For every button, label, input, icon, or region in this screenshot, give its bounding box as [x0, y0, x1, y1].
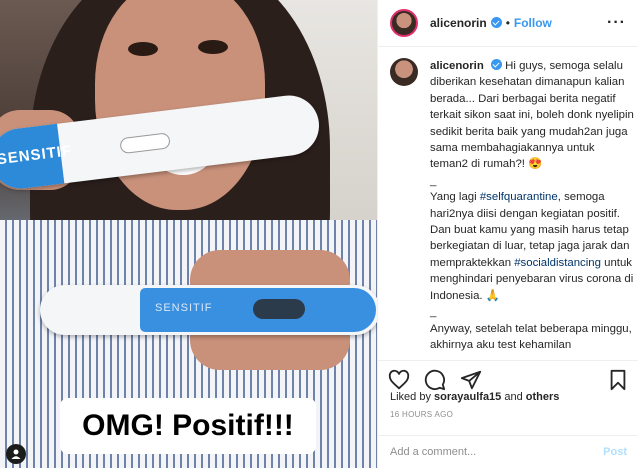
test-brand-label: SENSITIF	[155, 302, 213, 314]
user-tag-button[interactable]	[6, 444, 26, 464]
caption-text: alicenorin Hi guys, semoga selalu diberi…	[430, 58, 635, 354]
caption-paragraph-1: Hi guys, semoga selalu diberikan kesehat…	[430, 60, 634, 171]
comment-input[interactable]	[390, 446, 604, 458]
caption-paragraph-2a: Yang lagi	[430, 191, 480, 204]
pregnancy-test-bottom: SENSITIF	[40, 285, 377, 335]
caption-separator: _	[430, 306, 437, 319]
likes-summary: Liked by sorayaulfa15 and others	[390, 391, 559, 403]
test-result-window	[253, 299, 305, 319]
likes-and: and	[501, 391, 526, 403]
test-result-window	[119, 132, 171, 155]
liked-by-user-link[interactable]: sorayaulfa15	[434, 391, 501, 403]
follow-button[interactable]: Follow	[514, 16, 552, 30]
caption-area: alicenorin Hi guys, semoga selalu diberi…	[390, 58, 635, 354]
caption-separator: _	[430, 174, 437, 187]
hashtag-link[interactable]: #socialdistancing	[514, 257, 601, 269]
verified-badge-icon	[490, 59, 502, 70]
separator-dot: •	[505, 16, 510, 30]
comment-box: Post	[378, 435, 638, 468]
avatar[interactable]	[390, 9, 418, 37]
bookmark-icon[interactable]	[607, 369, 629, 391]
photo-eye	[128, 42, 158, 56]
likes-others-link[interactable]: others	[526, 391, 560, 403]
likes-prefix: Liked by	[390, 391, 435, 403]
action-bar	[378, 360, 638, 390]
person-icon	[11, 449, 21, 459]
hashtag-link[interactable]: #selfquarantine	[480, 191, 558, 203]
avatar[interactable]	[390, 58, 418, 86]
username-text[interactable]: alicenorin	[430, 16, 487, 30]
post-timestamp[interactable]: 16 HOURS AGO	[390, 410, 453, 419]
verified-badge-icon	[490, 17, 502, 28]
comment-icon[interactable]	[424, 369, 446, 391]
photo-eye	[198, 40, 228, 54]
overlay-caption: OMG! Positif!!!	[60, 398, 316, 454]
caption-paragraph-3: Anyway, setelah telat beberapa minggu, a…	[430, 322, 632, 351]
post-header: alicenorin • Follow ···	[378, 0, 638, 47]
caption-username[interactable]: alicenorin	[430, 60, 484, 72]
post-media[interactable]: SENSITIF SENSITIF OMG! Positif!!!	[0, 0, 377, 468]
heart-icon[interactable]	[388, 369, 410, 391]
ellipsis-icon[interactable]: ···	[607, 14, 626, 32]
post-side-panel: alicenorin • Follow ··· alicenorin Hi gu…	[377, 0, 638, 468]
post-button[interactable]: Post	[603, 446, 627, 458]
share-icon[interactable]	[460, 369, 482, 391]
header-username[interactable]: alicenorin	[430, 16, 502, 30]
